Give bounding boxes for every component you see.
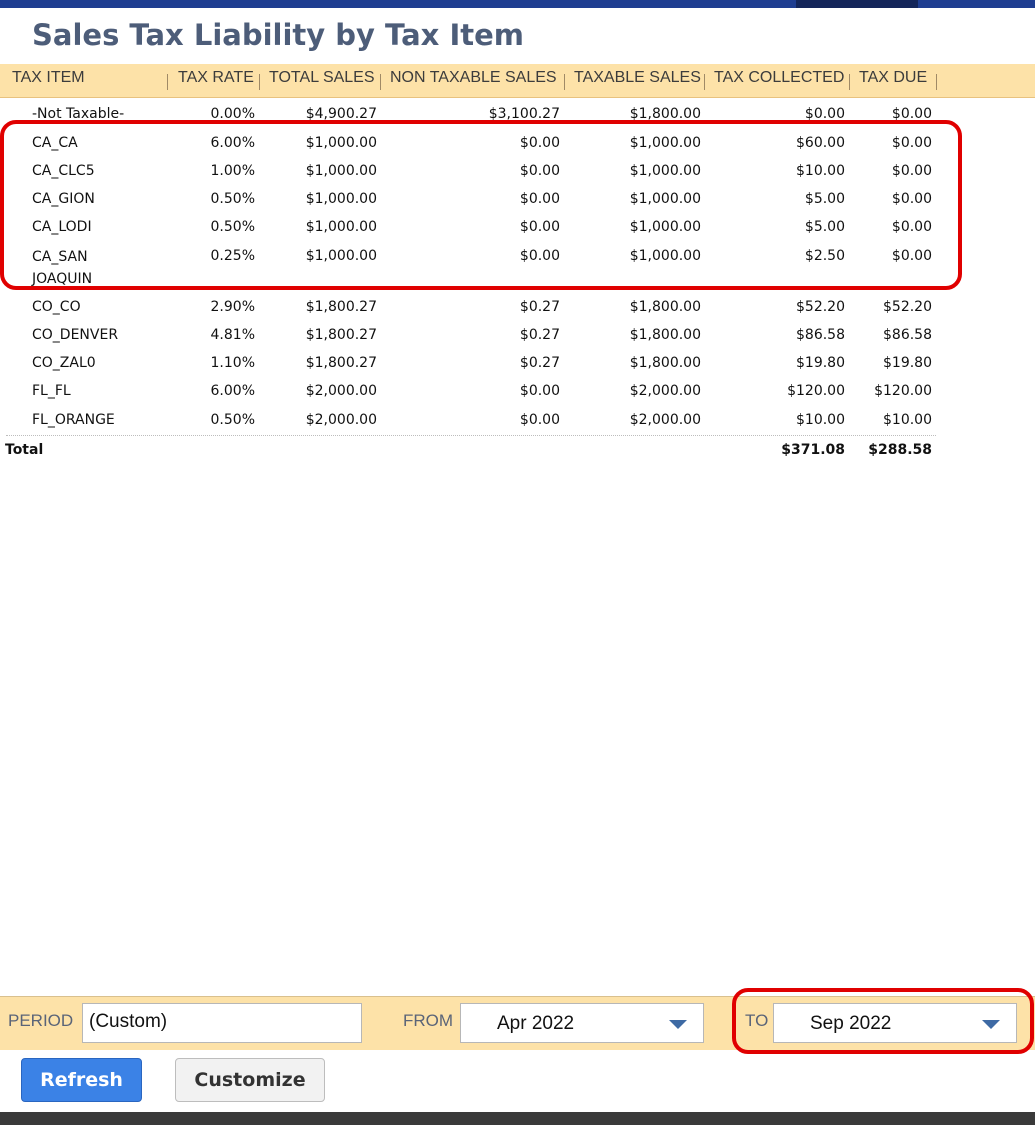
col-header-total-sales[interactable]: TOTAL SALES xyxy=(269,66,375,94)
cell-taxable-sales[interactable]: $2,000.00 xyxy=(630,381,701,401)
cell-tax-rate: 6.00% xyxy=(210,383,255,399)
cell-tax-item[interactable]: FL_ORANGE xyxy=(32,410,115,430)
cell-taxable-sales[interactable]: $1,800.00 xyxy=(630,297,701,317)
cell-tax-item[interactable]: CO_ZAL0 xyxy=(32,353,96,373)
from-select-value: Apr 2022 xyxy=(497,1013,575,1034)
cell-tax-due[interactable]: $19.80 xyxy=(883,353,932,373)
refresh-button[interactable]: Refresh xyxy=(21,1058,142,1102)
cell-tax-rate: 4.81% xyxy=(210,327,255,343)
cell-total-sales[interactable]: $1,800.27 xyxy=(306,297,377,317)
cell-tax-collected[interactable]: $19.80 xyxy=(796,353,845,373)
cell-total-sales[interactable]: $1,800.27 xyxy=(306,353,377,373)
top-nav-bar xyxy=(0,0,1035,8)
cell-tax-item[interactable]: FL_FL xyxy=(32,381,71,401)
column-separator[interactable] xyxy=(564,74,565,90)
cell-non-taxable-sales[interactable]: $0.27 xyxy=(520,353,560,373)
from-label: FROM xyxy=(403,1011,454,1030)
cell-tax-due[interactable]: $52.20 xyxy=(883,297,932,317)
total-tax-due: $288.58 xyxy=(868,442,932,458)
total-row: Total $371.08 $288.58 xyxy=(0,440,1035,468)
cell-tax-item[interactable]: CO_CO xyxy=(32,297,81,317)
col-header-taxable-sales[interactable]: TAXABLE SALES xyxy=(574,66,701,94)
highlight-ca-rows xyxy=(0,120,962,290)
chevron-down-icon[interactable] xyxy=(669,1020,687,1029)
table-header: TAX ITEM TAX RATE TOTAL SALES NON TAXABL… xyxy=(0,64,1035,98)
column-separator[interactable] xyxy=(259,74,260,90)
customize-button[interactable]: Customize xyxy=(175,1058,325,1102)
cell-tax-rate: 1.10% xyxy=(210,355,255,371)
col-header-tax-collected[interactable]: TAX COLLECTED xyxy=(714,66,844,94)
cell-total-sales[interactable]: $2,000.00 xyxy=(306,381,377,401)
col-header-tax-rate[interactable]: TAX RATE xyxy=(178,66,254,94)
table-row: FL_FL 6.00% $2,000.00 $0.00 $2,000.00 $1… xyxy=(0,381,1035,409)
total-divider xyxy=(6,435,936,436)
cell-tax-rate: 2.90% xyxy=(210,299,255,315)
cell-non-taxable-sales[interactable]: $0.27 xyxy=(520,325,560,345)
cell-tax-collected[interactable]: $120.00 xyxy=(787,381,845,401)
col-header-tax-due[interactable]: TAX DUE xyxy=(859,66,927,94)
cell-taxable-sales[interactable]: $1,800.00 xyxy=(630,353,701,373)
column-separator[interactable] xyxy=(936,74,937,90)
cell-taxable-sales[interactable]: $2,000.00 xyxy=(630,410,701,430)
column-separator[interactable] xyxy=(167,74,168,90)
total-tax-collected: $371.08 xyxy=(781,442,845,458)
column-separator[interactable] xyxy=(704,74,705,90)
cell-non-taxable-sales[interactable]: $0.00 xyxy=(520,381,560,401)
table-row: CO_ZAL0 1.10% $1,800.27 $0.27 $1,800.00 … xyxy=(0,353,1035,381)
period-label: PERIOD xyxy=(8,1011,74,1030)
col-header-non-taxable-sales[interactable]: NON TAXABLE SALES xyxy=(390,66,557,94)
page-title: Sales Tax Liability by Tax Item xyxy=(32,18,524,52)
col-header-tax-item[interactable]: TAX ITEM xyxy=(12,66,85,94)
cell-tax-rate: 0.50% xyxy=(210,412,255,428)
cell-tax-item[interactable]: CO_DENVER xyxy=(32,325,118,345)
cell-total-sales[interactable]: $1,800.27 xyxy=(306,325,377,345)
cell-tax-collected[interactable]: $52.20 xyxy=(796,297,845,317)
total-label: Total xyxy=(5,442,44,458)
cell-tax-due[interactable]: $120.00 xyxy=(874,381,932,401)
cell-tax-collected[interactable]: $86.58 xyxy=(796,325,845,345)
cell-non-taxable-sales[interactable]: $0.27 xyxy=(520,297,560,317)
cell-taxable-sales[interactable]: $1,800.00 xyxy=(630,325,701,345)
top-nav-active-segment xyxy=(796,0,918,8)
table-row: CO_DENVER 4.81% $1,800.27 $0.27 $1,800.0… xyxy=(0,325,1035,353)
cell-tax-due[interactable]: $10.00 xyxy=(883,410,932,430)
cell-total-sales[interactable]: $2,000.00 xyxy=(306,410,377,430)
table-row: FL_ORANGE 0.50% $2,000.00 $0.00 $2,000.0… xyxy=(0,410,1035,438)
highlight-to-date xyxy=(732,988,1034,1054)
cell-non-taxable-sales[interactable]: $0.00 xyxy=(520,410,560,430)
period-input[interactable]: (Custom) xyxy=(82,1003,362,1043)
cell-tax-collected[interactable]: $10.00 xyxy=(796,410,845,430)
from-select[interactable]: Apr 2022 xyxy=(460,1003,704,1043)
cell-tax-due[interactable]: $86.58 xyxy=(883,325,932,345)
footer-bar xyxy=(0,1112,1035,1125)
table-row: CO_CO 2.90% $1,800.27 $0.27 $1,800.00 $5… xyxy=(0,297,1035,325)
column-separator[interactable] xyxy=(849,74,850,90)
column-separator[interactable] xyxy=(380,74,381,90)
